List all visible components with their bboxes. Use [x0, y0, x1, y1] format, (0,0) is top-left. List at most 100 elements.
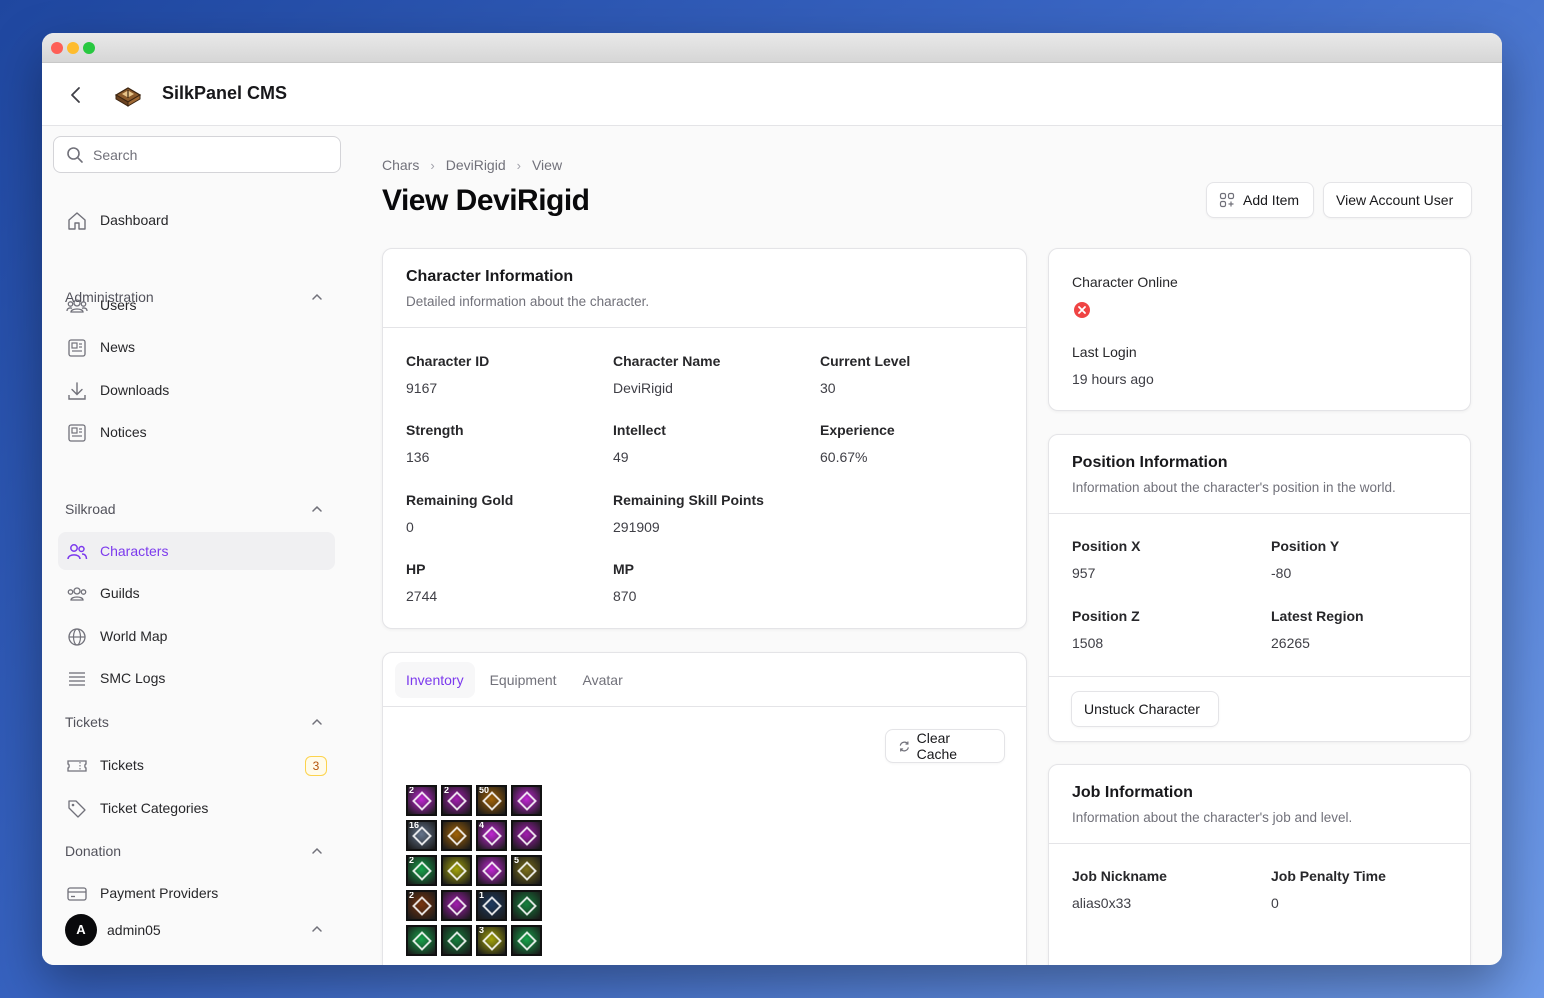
avatar: A: [65, 914, 97, 946]
unstuck-character-button[interactable]: Unstuck Character: [1071, 691, 1219, 727]
breadcrumb-chars[interactable]: Chars: [382, 157, 419, 173]
inventory-card: Inventory Equipment Avatar Clear Cache 2…: [382, 652, 1027, 965]
inventory-slot[interactable]: 2: [406, 785, 437, 816]
sidebar-item-downloads[interactable]: Downloads: [58, 371, 335, 409]
inventory-slot[interactable]: [511, 785, 542, 816]
chevron-right-icon: ›: [516, 157, 521, 173]
brand-name: SilkPanel CMS: [162, 83, 288, 103]
sidebar-item-world-map[interactable]: World Map: [58, 617, 335, 655]
chevron-up-icon: [312, 925, 322, 932]
inventory-slot[interactable]: [511, 925, 542, 956]
sidebar-item-news[interactable]: News: [58, 328, 335, 366]
inventory-slot[interactable]: 2: [406, 855, 437, 886]
item-icon: [412, 896, 432, 916]
back-button[interactable]: [64, 83, 88, 107]
sidebar-item-dashboard[interactable]: Dashboard: [58, 201, 335, 239]
card-title: Position Information: [1072, 454, 1228, 471]
job-card: Job Information Information about the ch…: [1048, 764, 1471, 965]
breadcrumb-character[interactable]: DeviRigid: [446, 157, 506, 173]
inventory-slot[interactable]: 4: [476, 820, 507, 851]
chevron-up-icon[interactable]: [310, 844, 324, 858]
tickets-count-badge: 3: [305, 756, 327, 776]
group-silkroad[interactable]: Silkroad: [65, 501, 116, 517]
sidebar-item-ticket-categories[interactable]: Ticket Categories: [58, 789, 335, 827]
clear-cache-button[interactable]: Clear Cache: [885, 729, 1005, 763]
field-label: Position Y: [1271, 538, 1340, 554]
divider: [1049, 676, 1470, 677]
online-label: Character Online: [1072, 274, 1178, 290]
inventory-slot[interactable]: [406, 925, 437, 956]
inventory-slot[interactable]: 2: [441, 785, 472, 816]
item-icon: [517, 861, 537, 881]
group-donation[interactable]: Donation: [65, 843, 121, 859]
grid-plus-icon: [1219, 192, 1235, 208]
chevron-right-icon: ›: [430, 157, 435, 173]
item-icon: [447, 791, 467, 811]
field-label: Job Nickname: [1072, 868, 1167, 884]
inventory-slot[interactable]: [511, 820, 542, 851]
item-icon: [482, 826, 502, 846]
users-icon: [66, 299, 88, 313]
inventory-slot[interactable]: 16: [406, 820, 437, 851]
download-icon: [68, 382, 86, 400]
sidebar-item-smc-logs[interactable]: SMC Logs: [58, 659, 335, 697]
app-window: SilkPanel CMS Search Dashboard Administr…: [42, 33, 1502, 965]
item-quantity: 16: [409, 820, 420, 830]
chevron-left-icon: [71, 87, 80, 103]
inventory-slot[interactable]: 1: [476, 890, 507, 921]
search-placeholder: Search: [93, 147, 138, 163]
divider: [383, 706, 1026, 707]
sidebar-item-guilds[interactable]: Guilds: [58, 574, 335, 612]
field-label: Position Z: [1072, 608, 1140, 624]
item-icon: [412, 861, 432, 881]
inventory-slot[interactable]: [476, 855, 507, 886]
breadcrumb-current: View: [531, 157, 563, 173]
tab-inventory[interactable]: Inventory: [395, 662, 475, 698]
item-icon: [482, 896, 502, 916]
field-label: Remaining Gold: [406, 492, 514, 508]
inventory-slot[interactable]: 50: [476, 785, 507, 816]
users-icon: [67, 544, 88, 560]
inventory-slot[interactable]: [441, 855, 472, 886]
inventory-slot[interactable]: 5: [511, 855, 542, 886]
newspaper-icon: [68, 424, 86, 442]
sidebar-item-tickets[interactable]: Tickets 3: [58, 746, 335, 784]
add-item-button[interactable]: Add Item: [1206, 182, 1314, 218]
chevron-up-icon[interactable]: [310, 502, 324, 516]
search-icon: [67, 147, 83, 163]
window-minimize-button[interactable]: [67, 42, 79, 54]
card-title: Job Information: [1072, 784, 1193, 801]
tab-equipment[interactable]: Equipment: [479, 662, 568, 698]
item-quantity: 2: [409, 785, 415, 795]
field-label: Job Penalty Time: [1271, 868, 1386, 884]
newspaper-icon: [68, 339, 86, 357]
item-icon: [447, 861, 467, 881]
field-value: 30: [820, 380, 836, 396]
user-menu[interactable]: A admin05: [65, 914, 335, 946]
tab-avatar[interactable]: Avatar: [572, 662, 634, 698]
item-icon: [412, 791, 432, 811]
breadcrumb: Chars › DeviRigid › View: [382, 157, 562, 173]
field-label: Strength: [406, 422, 464, 438]
item-quantity: 2: [409, 890, 415, 900]
sidebar-item-notices[interactable]: Notices: [58, 413, 335, 451]
view-account-user-button[interactable]: View Account User: [1323, 182, 1472, 218]
inventory-slot[interactable]: [441, 820, 472, 851]
item-icon: [447, 931, 467, 951]
inventory-slot[interactable]: [441, 925, 472, 956]
window-maximize-button[interactable]: [83, 42, 95, 54]
inventory-slot[interactable]: [441, 890, 472, 921]
window-close-button[interactable]: [51, 42, 63, 54]
sidebar-item-payment-providers[interactable]: Payment Providers: [58, 874, 335, 912]
sidebar-item-users[interactable]: Users: [58, 286, 335, 324]
inventory-slot[interactable]: [511, 890, 542, 921]
search-input[interactable]: Search: [53, 136, 341, 173]
list-icon: [69, 672, 85, 686]
chevron-up-icon[interactable]: [310, 715, 324, 729]
inventory-slot[interactable]: 3: [476, 925, 507, 956]
sidebar-item-characters[interactable]: Characters: [58, 532, 335, 570]
divider: [1049, 513, 1470, 514]
group-tickets[interactable]: Tickets: [65, 714, 109, 730]
inventory-slot[interactable]: 2: [406, 890, 437, 921]
field-label: Remaining Skill Points: [613, 492, 764, 508]
